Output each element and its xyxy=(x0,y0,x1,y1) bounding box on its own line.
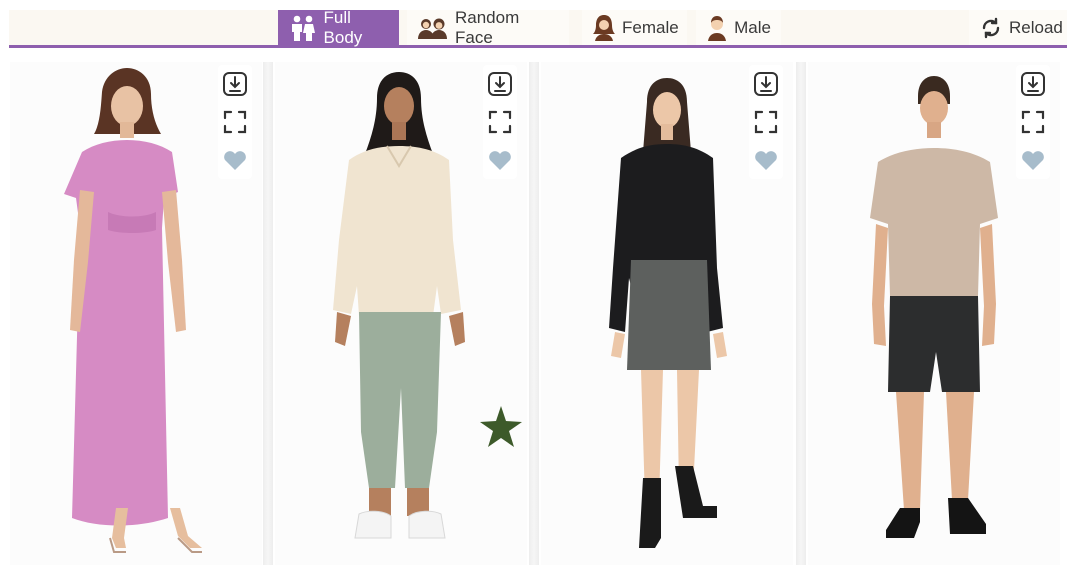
fullscreen-button[interactable] xyxy=(483,103,517,141)
tab-full-body[interactable]: Full Body xyxy=(278,7,399,47)
card-gap xyxy=(263,62,273,565)
card-actions xyxy=(1016,65,1050,179)
model-card[interactable] xyxy=(10,62,262,565)
heart-icon xyxy=(753,148,779,172)
download-button[interactable] xyxy=(483,65,517,103)
male-icon xyxy=(706,15,728,41)
card-actions xyxy=(483,65,517,179)
favorite-button[interactable] xyxy=(218,141,252,179)
heart-icon xyxy=(487,148,513,172)
reload-button[interactable]: Reload xyxy=(969,10,1067,45)
card-gap xyxy=(529,62,539,565)
tab-male-label: Male xyxy=(734,17,771,37)
download-button[interactable] xyxy=(218,65,252,103)
tab-full-body-label: Full Body xyxy=(323,7,363,47)
tab-random-face[interactable]: Random Face xyxy=(407,7,569,47)
download-icon xyxy=(222,71,248,97)
tab-female-label: Female xyxy=(622,17,679,37)
tab-random-face-label: Random Face xyxy=(455,7,520,47)
fullscreen-icon xyxy=(222,109,248,135)
fullscreen-button[interactable] xyxy=(218,103,252,141)
download-icon xyxy=(753,71,779,97)
tab-male[interactable]: Male xyxy=(696,10,781,45)
download-button[interactable] xyxy=(1016,65,1050,103)
faces-icon xyxy=(417,15,449,41)
tab-female[interactable]: Female xyxy=(582,10,687,45)
download-icon xyxy=(1020,71,1046,97)
two-people-icon xyxy=(288,15,318,41)
card-actions xyxy=(749,65,783,179)
download-button[interactable] xyxy=(749,65,783,103)
star-icon xyxy=(480,406,522,447)
female-icon xyxy=(592,14,616,41)
favorite-button[interactable] xyxy=(483,141,517,179)
download-icon xyxy=(487,71,513,97)
reload-icon xyxy=(979,15,1003,41)
fullscreen-button[interactable] xyxy=(749,103,783,141)
heart-icon xyxy=(222,148,248,172)
card-actions xyxy=(218,65,252,179)
model-card[interactable] xyxy=(275,62,527,565)
card-gap xyxy=(796,62,806,565)
heart-icon xyxy=(1020,148,1046,172)
generator-toolbar: Full Body Random Face Female Male Reload xyxy=(9,7,1067,48)
fullscreen-icon xyxy=(1020,109,1046,135)
favorite-button[interactable] xyxy=(749,141,783,179)
fullscreen-button[interactable] xyxy=(1016,103,1050,141)
model-card[interactable] xyxy=(808,62,1060,565)
favorite-button[interactable] xyxy=(1016,141,1050,179)
fullscreen-icon xyxy=(487,109,513,135)
model-card[interactable] xyxy=(541,62,793,565)
fullscreen-icon xyxy=(753,109,779,135)
reload-label: Reload xyxy=(1009,17,1063,37)
